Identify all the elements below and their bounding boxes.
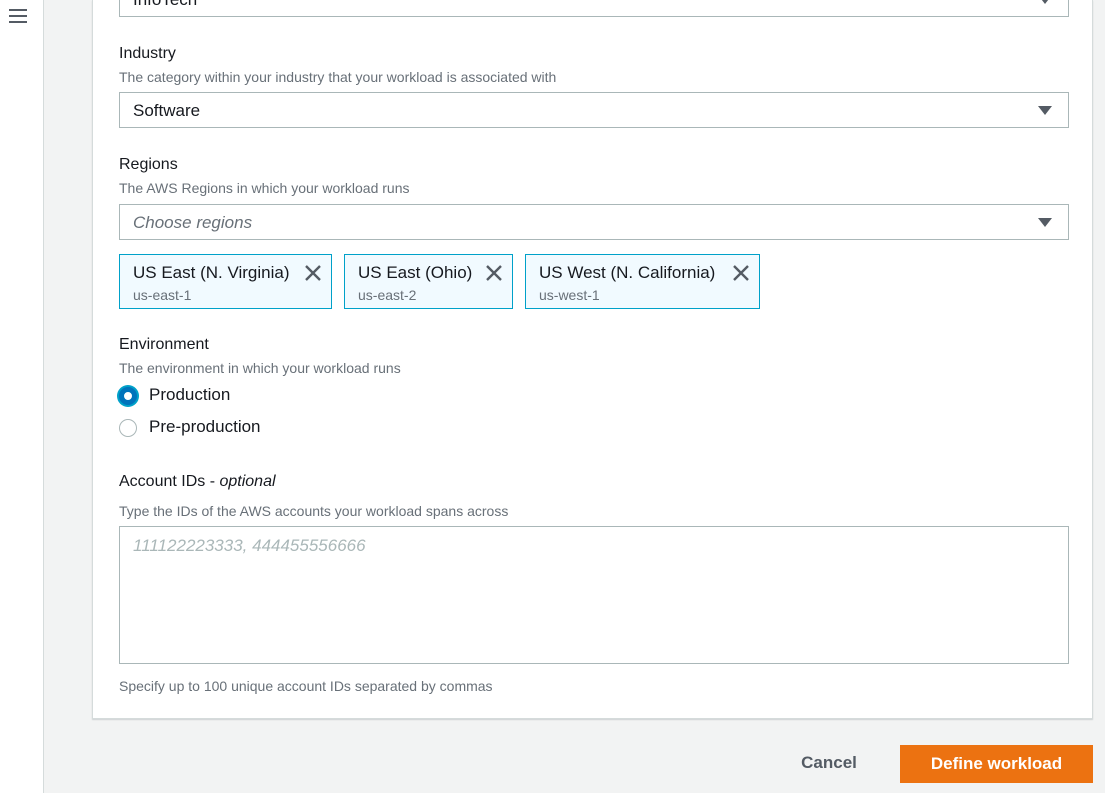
account-ids-textarea[interactable] <box>119 526 1069 664</box>
account-ids-constraint: Specify up to 100 unique account IDs sep… <box>119 678 493 694</box>
regions-description: The AWS Regions in which your workload r… <box>119 180 410 196</box>
define-workload-button[interactable]: Define workload <box>900 745 1093 783</box>
region-token-name: US East (N. Virginia) <box>133 263 290 282</box>
production-radio[interactable] <box>119 387 137 405</box>
optional-marker: optional <box>219 473 276 490</box>
region-token-name: US West (N. California) <box>539 263 716 282</box>
chevron-down-icon <box>1038 0 1052 4</box>
close-icon[interactable] <box>731 263 751 283</box>
account-ids-label: Account IDs - optional <box>119 473 276 491</box>
close-icon[interactable] <box>303 263 323 283</box>
region-token-code: us-west-1 <box>539 287 600 303</box>
pre-production-radio[interactable] <box>119 419 137 437</box>
regions-placeholder: Choose regions <box>133 213 253 232</box>
account-ids-description: Type the IDs of the AWS accounts your wo… <box>119 503 509 519</box>
close-icon[interactable] <box>484 263 504 283</box>
environment-description: The environment in which your workload r… <box>119 360 401 376</box>
region-token: US East (Ohio) us-east-2 <box>344 254 513 309</box>
left-navigation-rail <box>0 0 44 793</box>
industry-value: Software <box>133 101 201 120</box>
review-owner-select[interactable]: InfoTech <box>119 0 1069 17</box>
review-owner-value: InfoTech <box>133 0 197 10</box>
region-token-code: us-east-1 <box>133 287 192 303</box>
workload-form-panel: InfoTech Industry The category within yo… <box>92 0 1093 719</box>
menu-icon[interactable] <box>9 9 27 25</box>
industry-description: The category within your industry that y… <box>119 69 557 85</box>
regions-label: Regions <box>119 156 178 173</box>
cancel-button[interactable]: Cancel <box>782 746 876 780</box>
chevron-down-icon <box>1038 218 1052 227</box>
regions-multiselect[interactable]: Choose regions <box>119 204 1069 240</box>
region-token-code: us-east-2 <box>358 287 417 303</box>
industry-label: Industry <box>119 45 176 62</box>
account-ids-label-text: Account IDs - <box>119 473 220 490</box>
industry-select[interactable]: Software <box>119 92 1069 128</box>
pre-production-radio-label[interactable]: Pre-production <box>149 417 261 437</box>
region-token: US West (N. California) us-west-1 <box>525 254 760 309</box>
environment-label: Environment <box>119 336 209 353</box>
production-radio-label[interactable]: Production <box>149 385 230 405</box>
region-token: US East (N. Virginia) us-east-1 <box>119 254 332 309</box>
chevron-down-icon <box>1038 106 1052 115</box>
region-token-name: US East (Ohio) <box>358 263 473 282</box>
